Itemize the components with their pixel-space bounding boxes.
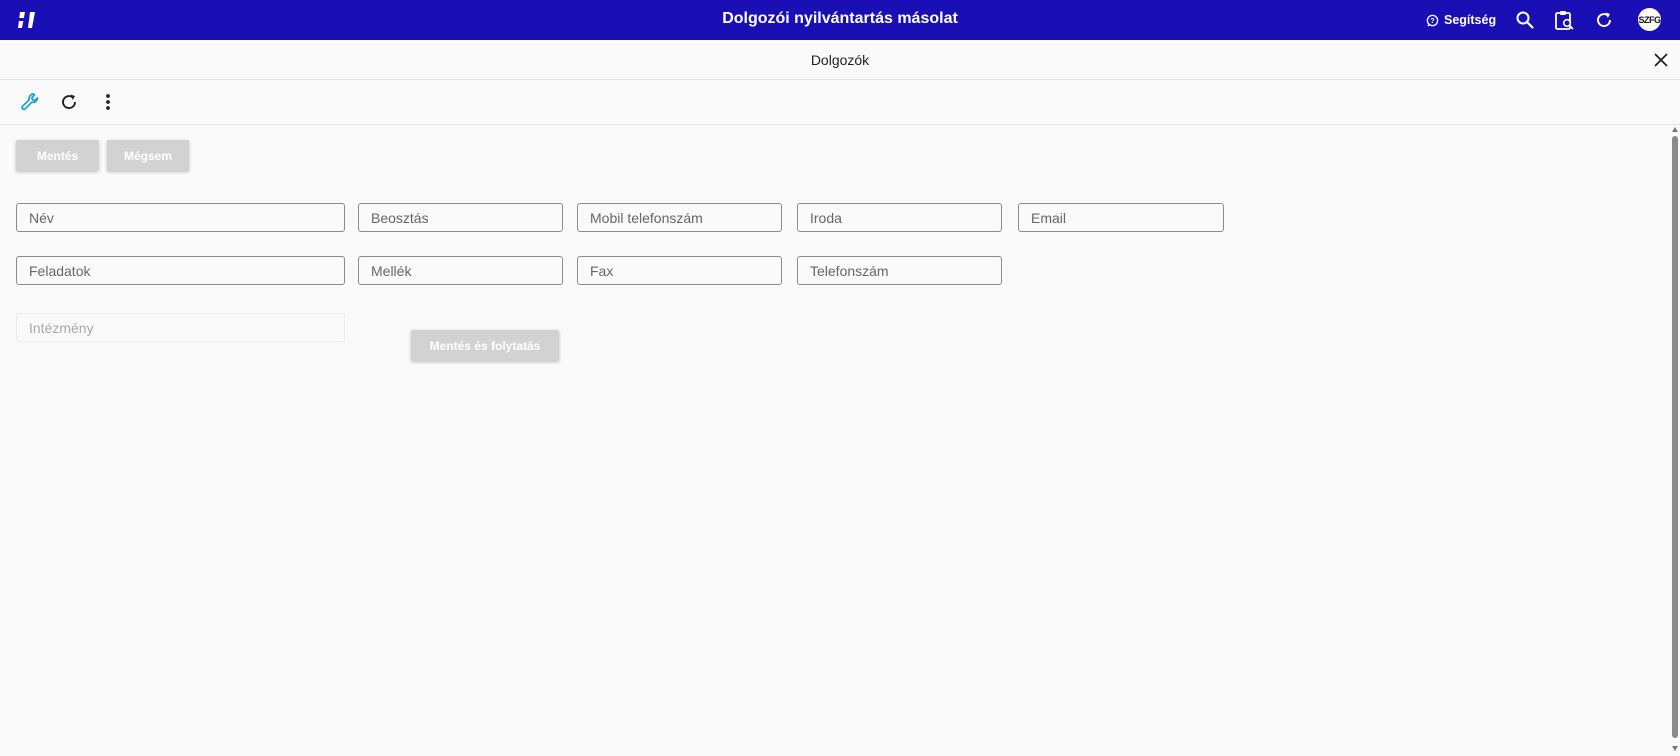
refresh-icon[interactable] — [1593, 9, 1615, 31]
telefonszam-field[interactable] — [797, 256, 1002, 285]
scroll-up-arrow-icon[interactable] — [1672, 127, 1678, 132]
svg-text:?: ? — [1430, 16, 1435, 25]
clipboard-search-icon[interactable] — [1553, 9, 1575, 31]
help-circle-icon: ? — [1426, 14, 1439, 26]
feladatok-field[interactable] — [16, 256, 345, 285]
app-bar: Dolgozói nyilvántartás másolat ? Segítsé… — [0, 0, 1680, 40]
help-label: Segítség — [1444, 13, 1497, 27]
nev-field[interactable] — [16, 203, 345, 232]
wrench-icon[interactable] — [19, 91, 41, 113]
more-vertical-icon[interactable] — [97, 91, 119, 113]
save-button[interactable]: Mentés — [16, 140, 99, 171]
page-title: Dolgozók — [810, 52, 870, 68]
scrollbar-thumb[interactable] — [1672, 136, 1678, 738]
user-avatar[interactable]: SZFG — [1638, 8, 1661, 31]
iroda-field[interactable] — [797, 203, 1002, 232]
page-toolbar — [0, 80, 1680, 125]
scrollbar[interactable] — [1670, 126, 1680, 756]
refresh-icon[interactable] — [58, 91, 80, 113]
app-logo-icon[interactable] — [16, 9, 38, 31]
search-icon[interactable] — [1514, 9, 1536, 31]
save-and-continue-button[interactable]: Mentés és folytatás — [411, 330, 559, 361]
mobil-telefonszam-field[interactable] — [577, 203, 782, 232]
fax-field[interactable] — [577, 256, 782, 285]
beosztas-field[interactable] — [358, 203, 563, 232]
help-button[interactable]: ? Segítség — [1426, 0, 1496, 40]
cancel-button[interactable]: Mégsem — [107, 140, 189, 171]
mellek-field[interactable] — [358, 256, 563, 285]
close-icon[interactable] — [1651, 50, 1671, 70]
page-header: Dolgozók — [0, 40, 1680, 80]
intezmeny-field[interactable] — [16, 313, 345, 342]
scroll-down-arrow-icon[interactable] — [1672, 746, 1678, 751]
email-field[interactable] — [1018, 203, 1224, 232]
